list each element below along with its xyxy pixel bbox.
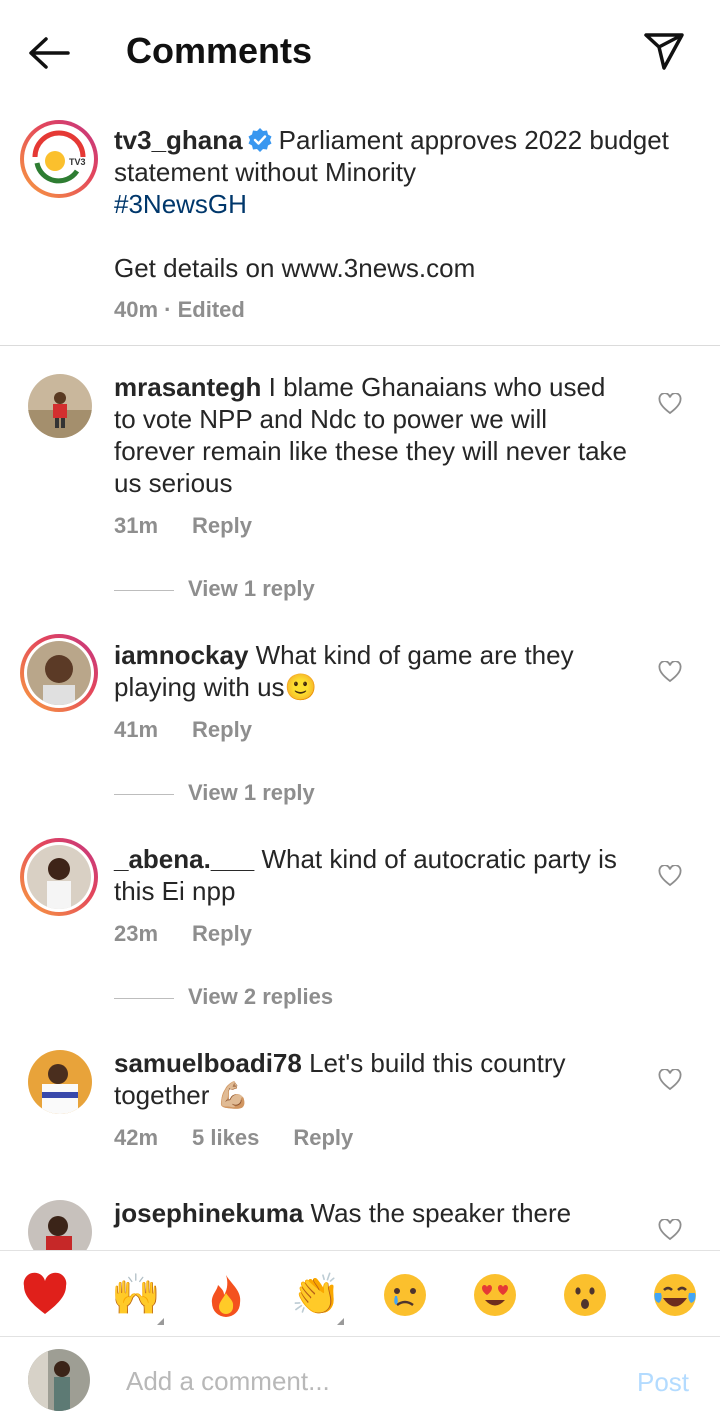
caption-link-text: Get details on www.3news.com — [114, 253, 476, 283]
tv3-logo-icon: TV3 — [29, 129, 89, 189]
skin-tone-indicator — [157, 1318, 164, 1325]
flexed-biceps-emoji: 💪🏼 — [216, 1080, 250, 1110]
caption-text: tv3_ghana Parliament approves 2022 budget… — [114, 124, 674, 326]
comment-text: mrasantegh I blame Ghanaians who used to… — [114, 371, 634, 499]
like-heart-icon[interactable] — [658, 1068, 682, 1091]
comment-text: samuelboadi78 Let's build this country t… — [114, 1047, 634, 1111]
caption-meta: 40m · Edited — [114, 297, 245, 322]
smile-emoji: 🙂 — [284, 672, 317, 702]
comment-body: Was the speaker there — [310, 1198, 572, 1228]
reply-button[interactable]: Reply — [192, 921, 252, 946]
quick-emoji-bar: 🙌 👏 — [0, 1250, 720, 1337]
divider-line — [114, 793, 174, 795]
comment-text: _abena.___ What kind of autocratic party… — [114, 843, 634, 907]
red-heart-emoji-button[interactable] — [21, 1271, 69, 1319]
comment-time: 23m — [114, 921, 159, 946]
reply-button[interactable]: Reply — [293, 1125, 353, 1150]
raising-hands-emoji-button[interactable]: 🙌 — [111, 1271, 161, 1319]
comment-time: 41m — [114, 717, 159, 742]
like-heart-icon[interactable] — [658, 864, 682, 887]
comment-username[interactable]: josephinekuma — [114, 1198, 303, 1228]
view-replies-button[interactable]: View 1 reply — [114, 576, 315, 602]
view-replies-label: View 1 reply — [188, 780, 315, 805]
comment-item: josephinekuma Was the speaker there — [0, 1196, 720, 1250]
comment-meta: 42m 5 likes Reply — [114, 1125, 387, 1151]
like-heart-icon[interactable] — [658, 660, 682, 683]
comment-text: josephinekuma Was the speaker there — [114, 1197, 634, 1229]
post-caption: TV3 tv3_ghana Parliament approves 2022 bu… — [0, 104, 720, 346]
comment-meta: 31m Reply — [114, 513, 286, 539]
comment-meta: 41m Reply — [114, 717, 286, 743]
post-button[interactable]: Post — [637, 1367, 689, 1398]
current-user-avatar — [28, 1349, 90, 1411]
divider-line — [114, 589, 174, 591]
comment-time: 31m — [114, 513, 159, 538]
verified-badge-icon — [247, 127, 273, 153]
surprised-face-emoji-button[interactable] — [561, 1271, 609, 1319]
view-replies-label: View 1 reply — [188, 576, 315, 601]
comment-username[interactable]: mrasantegh — [114, 372, 261, 402]
fire-emoji-button[interactable] — [202, 1271, 250, 1319]
comment-username[interactable]: samuelboadi78 — [114, 1048, 302, 1078]
reply-button[interactable]: Reply — [192, 513, 252, 538]
view-replies-label: View 2 replies — [188, 984, 334, 1009]
clapping-hands-emoji-button[interactable]: 👏 — [291, 1271, 341, 1319]
page-title: Comments — [126, 30, 313, 71]
view-replies-button[interactable]: View 1 reply — [114, 780, 315, 806]
divider-line — [114, 997, 174, 999]
comment-time: 42m — [114, 1125, 159, 1150]
comment-text: iamnockay What kind of game are they pla… — [114, 639, 634, 703]
commenter-avatar[interactable] — [28, 374, 92, 438]
caption-hashtag[interactable]: #3NewsGH — [114, 189, 247, 219]
like-heart-icon[interactable] — [658, 392, 682, 415]
reply-button[interactable]: Reply — [192, 717, 252, 742]
comment-username[interactable]: iamnockay — [114, 640, 248, 670]
caption-avatar[interactable]: TV3 — [20, 120, 98, 198]
commenter-avatar[interactable] — [28, 1200, 92, 1250]
add-comment-input[interactable] — [126, 1363, 606, 1399]
like-heart-icon[interactable] — [658, 1218, 682, 1241]
likes-count[interactable]: 5 likes — [192, 1125, 259, 1150]
caption-username[interactable]: tv3_ghana — [114, 125, 243, 155]
header: Comments — [0, 0, 720, 104]
add-comment-bar: Post — [0, 1337, 720, 1425]
crying-face-emoji-button[interactable] — [381, 1271, 429, 1319]
caption-edited: Edited — [177, 297, 245, 322]
comment-username[interactable]: _abena.___ — [114, 844, 254, 874]
view-replies-button[interactable]: View 2 replies — [114, 984, 333, 1010]
skin-tone-indicator — [337, 1318, 344, 1325]
back-arrow-icon[interactable] — [26, 30, 72, 76]
svg-text:TV3: TV3 — [69, 157, 86, 167]
caption-time: 40m — [114, 297, 159, 322]
share-send-icon[interactable] — [642, 30, 686, 72]
commenter-avatar[interactable] — [20, 838, 98, 916]
commenter-avatar[interactable] — [20, 634, 98, 712]
commenter-avatar[interactable] — [28, 1050, 92, 1114]
tears-of-joy-emoji-button[interactable] — [651, 1271, 699, 1319]
heart-eyes-emoji-button[interactable] — [471, 1271, 519, 1319]
comment-meta: 23m Reply — [114, 921, 286, 947]
